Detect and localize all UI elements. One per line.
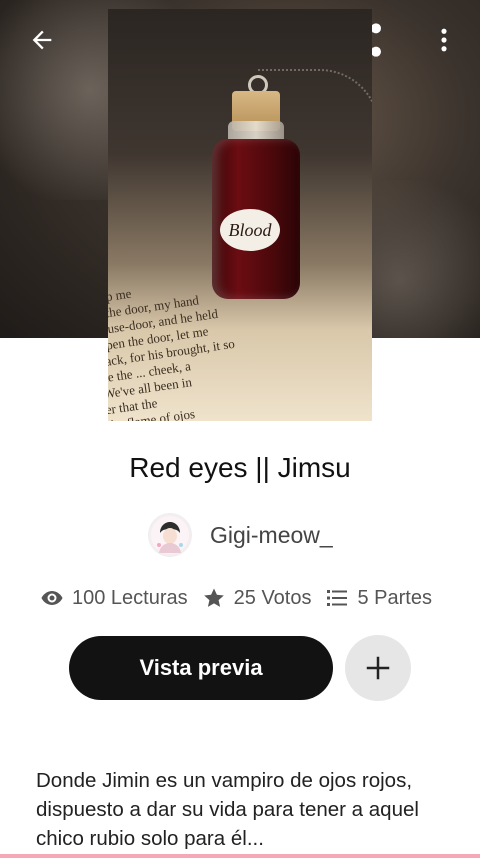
author-row[interactable]: Gigi-meow_: [148, 512, 333, 558]
reads-count: 100 Lecturas: [72, 586, 188, 609]
add-to-library-button[interactable]: [345, 635, 411, 701]
avatar-illustration-icon: [151, 516, 189, 554]
arrow-left-icon: [32, 30, 52, 50]
author-avatar[interactable]: [148, 513, 192, 557]
more-options-button[interactable]: [422, 18, 466, 62]
plus-icon: [366, 656, 390, 680]
bottle-label: Blood: [220, 209, 280, 251]
back-button[interactable]: [20, 18, 64, 62]
votes-count: 25 Votos: [233, 586, 312, 609]
parts-count[interactable]: 5 Partes: [357, 587, 431, 610]
author-name[interactable]: Gigi-meow_: [210, 522, 333, 549]
story-description: Donde Jimin es un vampiro de ojos rojos,…: [36, 769, 419, 850]
eye-icon: [41, 591, 63, 605]
preview-button[interactable]: Vista previa: [69, 636, 333, 700]
star-icon: [203, 588, 224, 607]
votes-stat: 25 Votos: [202, 586, 312, 610]
story-stats: 100 Lecturas 25 Votos 5 Partes: [40, 584, 460, 612]
accent-divider: [0, 854, 480, 858]
parts-stat[interactable]: 5 Partes: [325, 586, 432, 610]
more-vertical-icon: [441, 28, 447, 52]
story-title: Red eyes || Jimsu: [129, 452, 351, 483]
list-icon: [327, 590, 348, 606]
story-cover[interactable]: help me ut the door, my hand house-door,…: [108, 9, 372, 421]
reads-stat: 100 Lecturas: [40, 586, 188, 610]
